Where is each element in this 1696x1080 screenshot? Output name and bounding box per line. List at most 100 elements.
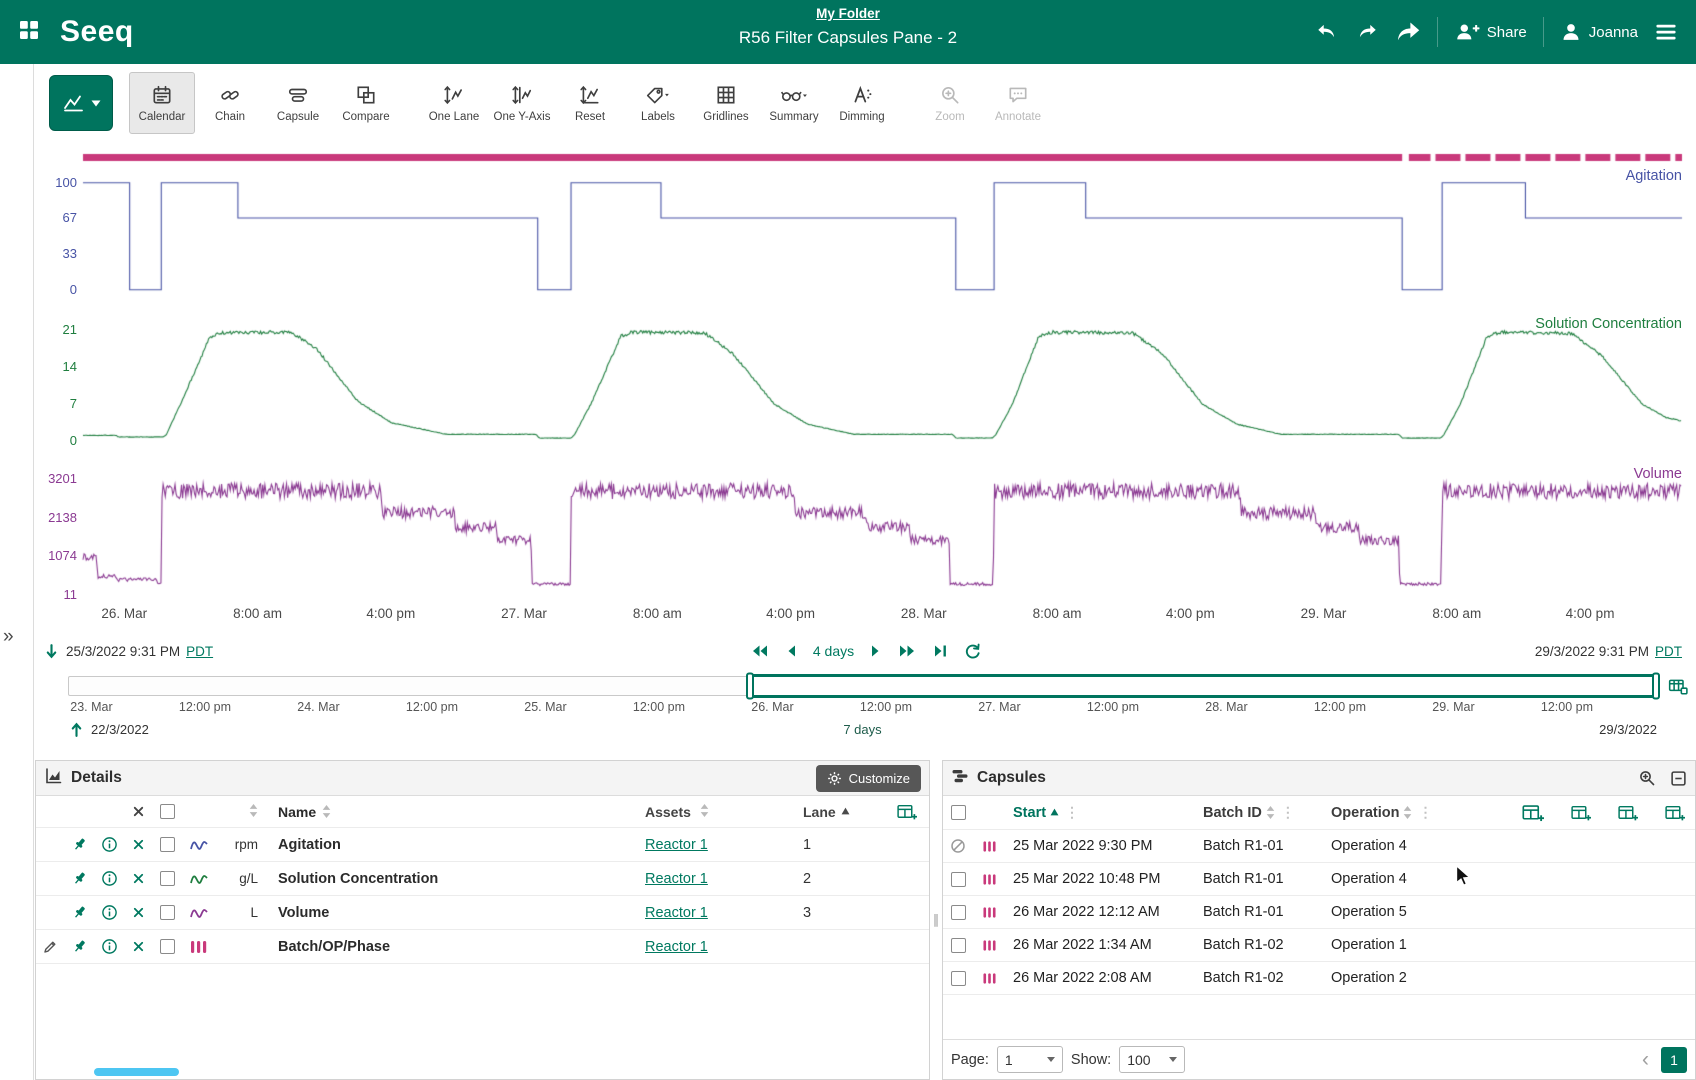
info-icon[interactable]: [94, 904, 124, 921]
step-to-end-button[interactable]: [932, 643, 949, 659]
row-checkbox[interactable]: [160, 939, 175, 954]
capsule-checkbox[interactable]: [951, 938, 966, 953]
select-all-checkbox[interactable]: [160, 804, 175, 819]
details-row[interactable]: rpm Agitation Reactor 1 1: [36, 828, 929, 862]
range-start-timezone[interactable]: PDT: [186, 644, 213, 659]
info-icon[interactable]: [94, 836, 124, 853]
trend-chart[interactable]: 10067330Agitation211470Solution Concentr…: [35, 142, 1696, 634]
row-checkbox[interactable]: [160, 905, 175, 920]
investigate-start-date[interactable]: 22/3/2022: [91, 722, 149, 737]
investigate-start-arrow-icon[interactable]: [68, 721, 85, 738]
tool-labels[interactable]: Labels: [625, 72, 691, 134]
range-duration[interactable]: 4 days: [813, 643, 854, 659]
tool-reset[interactable]: Reset: [557, 72, 623, 134]
horizontal-scrollbar-thumb[interactable]: [94, 1068, 179, 1076]
tool-dimming[interactable]: Dimming: [829, 72, 895, 134]
item-name[interactable]: Agitation: [264, 837, 645, 853]
timebar-track[interactable]: [68, 676, 1657, 696]
select-all-capsules-checkbox[interactable]: [951, 805, 966, 820]
item-name[interactable]: Volume: [264, 905, 645, 921]
table-props-icon[interactable]: [1617, 804, 1638, 822]
tool-calendar[interactable]: Calendar: [129, 72, 195, 134]
page-select[interactable]: 1: [997, 1046, 1063, 1073]
column-start[interactable]: Start ⋮: [1005, 804, 1195, 821]
column-menu-icon[interactable]: ⋮: [1279, 804, 1297, 821]
tool-one-y-axis[interactable]: One Y-Axis: [489, 72, 555, 134]
table-stats-icon[interactable]: [1570, 804, 1591, 822]
info-icon[interactable]: [94, 870, 124, 887]
tool-compare[interactable]: Compare: [333, 72, 399, 134]
column-menu-icon[interactable]: ⋮: [1063, 804, 1081, 821]
customize-button[interactable]: Customize: [816, 765, 921, 792]
capsule-row[interactable]: 25 Mar 2022 10:48 PM Batch R1-01 Operati…: [943, 863, 1695, 896]
column-name[interactable]: Name: [264, 804, 645, 820]
current-page-button[interactable]: 1: [1661, 1047, 1687, 1073]
tool-summary[interactable]: Summary: [761, 72, 827, 134]
apps-menu-button[interactable]: [0, 0, 58, 64]
asset-link[interactable]: Reactor 1: [645, 837, 708, 853]
tool-gridlines[interactable]: Gridlines: [693, 72, 759, 134]
column-menu-icon[interactable]: ⋮: [1416, 804, 1434, 821]
range-start-arrow-icon[interactable]: [43, 643, 60, 660]
forward-share-button[interactable]: [1395, 20, 1421, 44]
trend-view-dropdown[interactable]: [49, 75, 113, 131]
column-batch-id[interactable]: Batch ID ⋮: [1195, 804, 1323, 821]
pin-icon[interactable]: [64, 836, 94, 853]
capsule-row[interactable]: 25 Mar 2022 9:30 PM Batch R1-01 Operatio…: [943, 830, 1695, 863]
column-lane[interactable]: Lane: [795, 804, 883, 820]
capsule-row[interactable]: 26 Mar 2022 12:12 AM Batch R1-01 Operati…: [943, 896, 1695, 929]
info-icon[interactable]: [94, 938, 124, 955]
tool-chain[interactable]: Chain: [197, 72, 263, 134]
pin-icon[interactable]: [64, 938, 94, 955]
redo-button[interactable]: [1355, 21, 1379, 43]
investigate-duration[interactable]: 7 days: [843, 722, 881, 737]
share-button[interactable]: Share: [1454, 21, 1527, 43]
row-checkbox[interactable]: [160, 837, 175, 852]
timebar-selected-window[interactable]: [750, 674, 1656, 698]
capsule-checkbox[interactable]: [951, 872, 966, 887]
user-menu[interactable]: Joanna: [1560, 21, 1638, 43]
tool-one-lane[interactable]: One Lane: [421, 72, 487, 134]
range-end[interactable]: 29/3/2022 9:31 PM: [1535, 644, 1649, 659]
range-end-timezone[interactable]: PDT: [1655, 644, 1682, 659]
details-row[interactable]: g/L Solution Concentration Reactor 1 2: [36, 862, 929, 896]
capsule-checkbox[interactable]: [951, 971, 966, 986]
asset-link[interactable]: Reactor 1: [645, 939, 708, 955]
timebar-left-handle[interactable]: [746, 673, 754, 700]
item-name[interactable]: Batch/OP/Phase: [264, 939, 645, 955]
collapse-panel-icon[interactable]: [1670, 770, 1687, 787]
table-export-icon[interactable]: [1664, 804, 1685, 822]
remove-icon[interactable]: [124, 838, 152, 851]
show-select[interactable]: 100: [1119, 1046, 1185, 1073]
add-column-icon[interactable]: [1521, 803, 1544, 823]
timebar-capsule-icon[interactable]: [1668, 678, 1688, 700]
capsule-checkbox[interactable]: [951, 905, 966, 920]
remove-icon[interactable]: [124, 872, 152, 885]
asset-link[interactable]: Reactor 1: [645, 905, 708, 921]
capsule-zoom-icon[interactable]: [1638, 769, 1656, 787]
step-back-fast-button[interactable]: [750, 643, 769, 659]
prev-page-chevron[interactable]: ‹: [1638, 1048, 1653, 1072]
pin-icon[interactable]: [64, 904, 94, 921]
expand-sidebar-button[interactable]: »: [3, 626, 12, 648]
breadcrumb[interactable]: My Folder: [816, 6, 880, 21]
capsule-row[interactable]: 26 Mar 2022 2:08 AM Batch R1-02 Operatio…: [943, 962, 1695, 995]
step-back-button[interactable]: [784, 643, 798, 659]
asset-link[interactable]: Reactor 1: [645, 871, 708, 887]
step-forward-fast-button[interactable]: [898, 643, 917, 659]
capsule-row[interactable]: 26 Mar 2022 1:34 AM Batch R1-02 Operatio…: [943, 929, 1695, 962]
pin-icon[interactable]: [64, 870, 94, 887]
details-row[interactable]: L Volume Reactor 1 3: [36, 896, 929, 930]
refresh-button[interactable]: [964, 643, 981, 660]
details-columns-icon[interactable]: [883, 803, 929, 821]
column-assets[interactable]: Assets: [645, 804, 795, 820]
investigate-end-date[interactable]: 29/3/2022: [1599, 722, 1657, 737]
row-checkbox[interactable]: [160, 871, 175, 886]
remove-icon[interactable]: [124, 906, 152, 919]
hamburger-menu[interactable]: [1654, 21, 1678, 43]
undo-button[interactable]: [1315, 21, 1339, 43]
panel-splitter[interactable]: ∥: [930, 760, 942, 1080]
item-name[interactable]: Solution Concentration: [264, 871, 645, 887]
sort-icon[interactable]: [249, 804, 258, 817]
range-start[interactable]: 25/3/2022 9:31 PM: [66, 644, 180, 659]
